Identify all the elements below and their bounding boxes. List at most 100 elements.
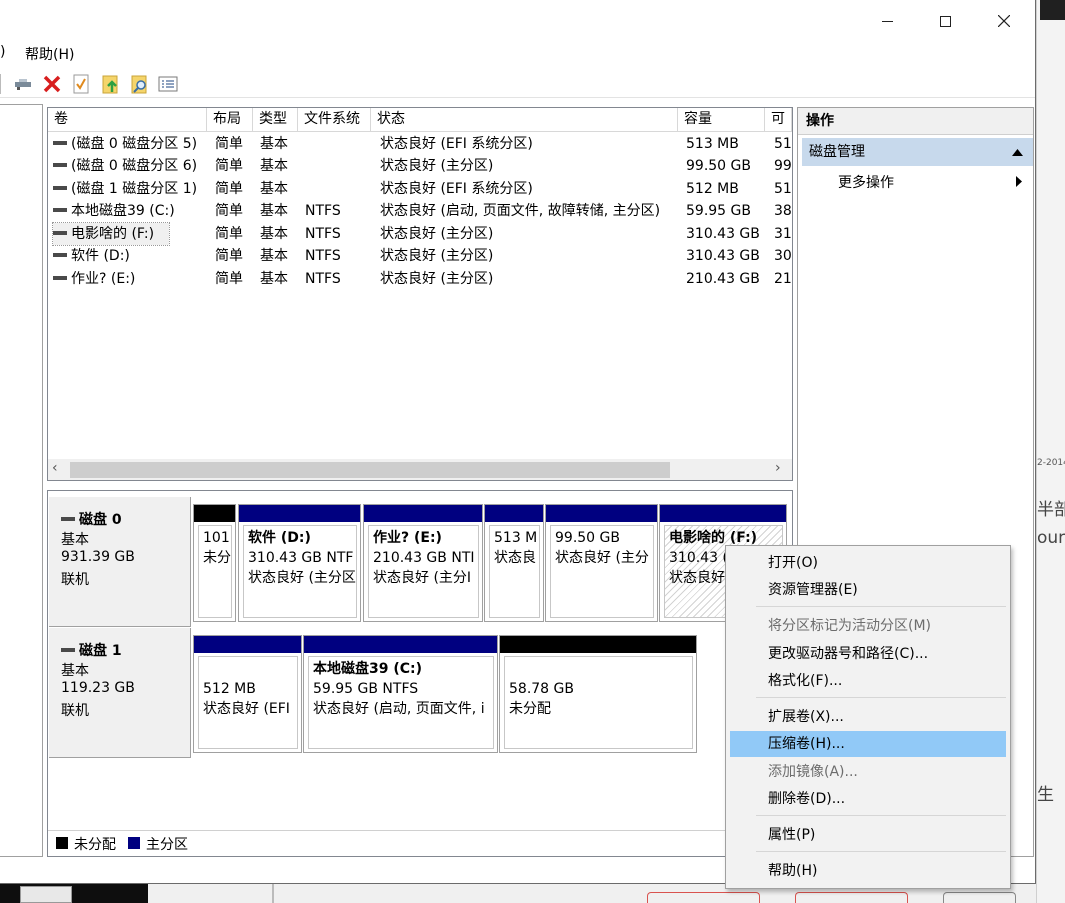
- row-capacity: 210.43 GB: [686, 271, 760, 287]
- partition-block[interactable]: 本地磁盘39 (C:) 59.95 GB NTFS 状态良好 (启动, 页面文件, …: [303, 635, 498, 753]
- check-button[interactable]: [70, 73, 92, 95]
- partition-block[interactable]: 58.78 GB 未分配: [499, 635, 697, 753]
- check-icon: [73, 74, 89, 94]
- primary-partition-bar: [239, 505, 360, 522]
- list-view-button[interactable]: [157, 73, 179, 95]
- row-free: 31: [774, 226, 792, 242]
- partition-status: 状态良好 (主分区: [248, 570, 356, 586]
- table-row[interactable]: 电影啥的 (F:) 简单 基本 NTFS 状态良好 (主分区) 310.43 G…: [48, 222, 792, 246]
- partition-label: 作业? (E:): [373, 530, 442, 546]
- row-free: 21: [774, 271, 792, 287]
- menu-item-open[interactable]: 打开(O): [730, 550, 1006, 576]
- folder-up-button[interactable]: [100, 73, 122, 95]
- row-layout: 简单: [215, 226, 243, 242]
- row-layout: 简单: [215, 136, 243, 152]
- table-row[interactable]: 作业? (E:) 简单 基本 NTFS 状态良好 (主分区) 210.43 GB…: [48, 268, 792, 290]
- disk-size: 119.23 GB: [61, 680, 135, 696]
- row-layout: 简单: [215, 158, 243, 174]
- close-icon: [998, 15, 1010, 27]
- partition-block[interactable]: 作业? (E:) 210.43 GB NTI 状态良好 (主分I: [363, 504, 483, 622]
- menu-separator: [756, 606, 1006, 607]
- column-header-status[interactable]: 状态: [371, 108, 678, 132]
- row-status: 状态良好 (EFI 系统分区): [380, 136, 533, 152]
- background-dark-strip: [1040, 0, 1065, 20]
- collapse-up-icon: [1012, 149, 1023, 156]
- legend-unallocated-swatch: [56, 837, 68, 849]
- primary-partition-bar: [660, 505, 786, 522]
- partition-block[interactable]: 软件 (D:) 310.43 GB NTF 状态良好 (主分区: [238, 504, 361, 622]
- legend-primary-swatch: [128, 837, 140, 849]
- legend-primary-label: 主分区: [146, 837, 188, 853]
- menu-item-help[interactable]: 帮助(H): [25, 44, 74, 64]
- menu-separator: [756, 815, 1006, 816]
- primary-partition-bar: [546, 505, 657, 522]
- partition-block[interactable]: 99.50 GB 状态良好 (主分: [545, 504, 658, 622]
- menu-item-properties[interactable]: 属性(P): [730, 822, 1006, 848]
- column-header-capacity[interactable]: 容量: [678, 108, 765, 132]
- properties-button[interactable]: [12, 73, 34, 95]
- menu-item-change-drive-letter[interactable]: 更改驱动器号和路径(C)...: [730, 641, 1006, 667]
- action-section-disk-management[interactable]: 磁盘管理: [802, 138, 1033, 166]
- partition-status: 状态良好 (启动, 页面文件, i: [313, 701, 485, 717]
- menu-item-help[interactable]: 帮助(H): [730, 858, 1006, 884]
- partition-size: 310.43 GB NTF: [248, 550, 354, 566]
- background-text-fragment: 半部: [1037, 500, 1065, 520]
- action-more-actions[interactable]: 更多操作: [802, 168, 1033, 196]
- scrollbar-thumb[interactable]: [70, 462, 670, 478]
- table-row[interactable]: (磁盘 1 磁盘分区 1) 简单 基本 状态良好 (EFI 系统分区) 512 …: [48, 178, 792, 200]
- delete-icon: [43, 75, 61, 93]
- partition-status: 状态良好 (主分: [555, 550, 649, 566]
- partition-size: 101: [203, 530, 230, 546]
- column-header-volume[interactable]: 卷: [48, 108, 207, 132]
- drive-icon: [53, 276, 67, 280]
- partition-block[interactable]: 101 未分: [193, 504, 236, 622]
- column-header-type[interactable]: 类型: [253, 108, 298, 132]
- column-header-filesystem[interactable]: 文件系统: [298, 108, 371, 132]
- scroll-right-button[interactable]: ›: [775, 460, 781, 476]
- disk-1-header[interactable]: 磁盘 1 基本 119.23 GB 联机: [49, 628, 191, 758]
- row-type: 基本: [260, 226, 288, 242]
- row-free: 99: [774, 158, 792, 174]
- menu-item-partial[interactable]: ): [0, 44, 5, 60]
- row-status: 状态良好 (主分区): [380, 248, 494, 264]
- disk-name: 磁盘 0: [79, 512, 122, 528]
- table-row[interactable]: 本地磁盘39 (C:) 简单 基本 NTFS 状态良好 (启动, 页面文件, 故…: [48, 200, 792, 222]
- minimize-icon: [881, 20, 893, 22]
- legend: 未分配 主分区: [48, 830, 792, 856]
- close-button[interactable]: [975, 0, 1033, 42]
- row-free: 30: [774, 248, 792, 264]
- menu-item-delete-volume[interactable]: 删除卷(D)...: [730, 786, 1006, 812]
- column-header-layout[interactable]: 布局: [207, 108, 253, 132]
- table-row[interactable]: 软件 (D:) 简单 基本 NTFS 状态良好 (主分区) 310.43 GB …: [48, 245, 792, 267]
- console-tree-pane: [0, 104, 43, 857]
- row-volume: 本地磁盘39 (C:): [71, 203, 175, 219]
- delete-button[interactable]: [41, 73, 63, 95]
- menu-item-explorer[interactable]: 资源管理器(E): [730, 577, 1006, 603]
- scroll-left-button[interactable]: ‹: [52, 460, 58, 476]
- column-header-free[interactable]: 可: [765, 108, 792, 132]
- menu-separator: [756, 697, 1006, 698]
- folder-search-icon: [131, 75, 147, 94]
- minimize-button[interactable]: [858, 0, 916, 42]
- menu-item-format[interactable]: 格式化(F)...: [730, 668, 1006, 694]
- row-status: 状态良好 (启动, 页面文件, 故障转储, 主分区): [380, 203, 661, 219]
- partition-block[interactable]: 513 M 状态良: [484, 504, 544, 622]
- partition-label: 软件 (D:): [248, 530, 311, 546]
- maximize-button[interactable]: [916, 0, 974, 42]
- drive-icon: [53, 231, 67, 235]
- unallocated-bar: [194, 505, 235, 522]
- menu-item-shrink-volume[interactable]: 压缩卷(H)...: [730, 731, 1006, 757]
- properties-icon: [15, 79, 31, 90]
- menu-item-extend-volume[interactable]: 扩展卷(X)...: [730, 704, 1006, 730]
- partition-size: 512 MB: [203, 681, 256, 697]
- table-row[interactable]: (磁盘 0 磁盘分区 6) 简单 基本 状态良好 (主分区) 99.50 GB …: [48, 155, 792, 177]
- partition-block[interactable]: 512 MB 状态良好 (EFI: [193, 635, 302, 753]
- disk-0-header[interactable]: 磁盘 0 基本 931.39 GB 联机: [49, 497, 191, 627]
- row-filesystem: NTFS: [305, 203, 341, 219]
- table-row[interactable]: (磁盘 0 磁盘分区 5) 简单 基本 状态良好 (EFI 系统分区) 513 …: [48, 133, 792, 155]
- disk-state: 联机: [61, 572, 89, 588]
- partition-label: 本地磁盘39 (C:): [313, 661, 423, 677]
- folder-search-button[interactable]: [129, 73, 151, 95]
- row-capacity: 310.43 GB: [686, 226, 760, 242]
- row-filesystem: NTFS: [305, 271, 341, 287]
